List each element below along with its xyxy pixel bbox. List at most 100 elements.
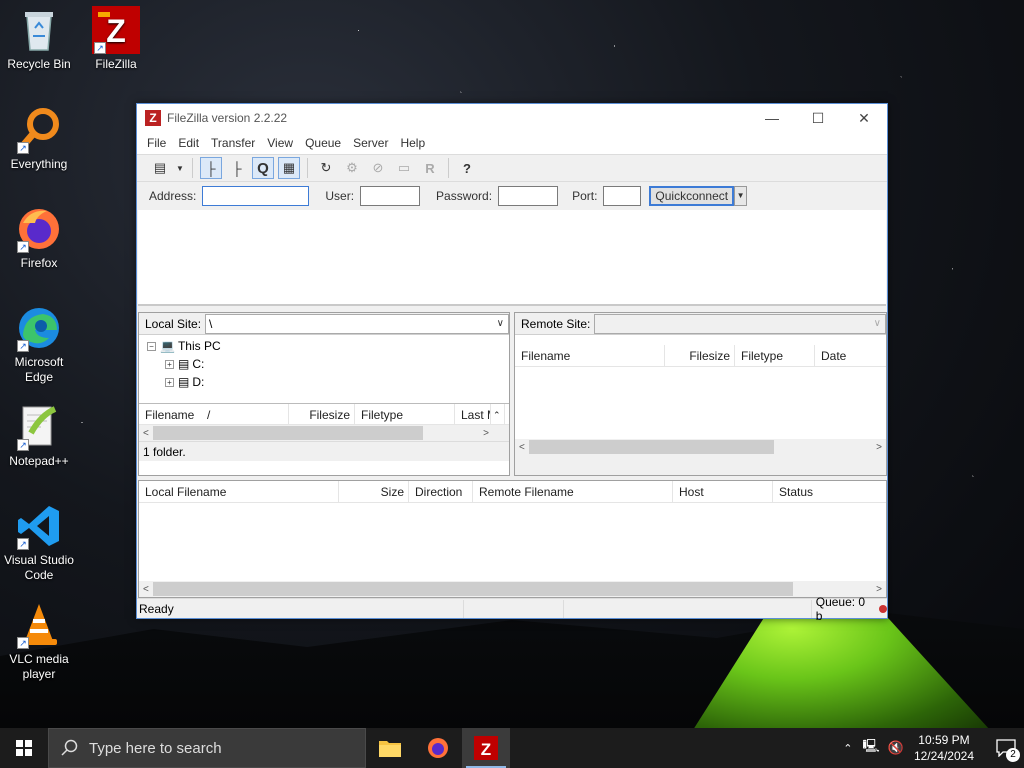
remote-file-list[interactable] [515,367,886,439]
scroll-left-icon[interactable]: < [139,428,153,439]
taskbar-search-box[interactable]: Type here to search [48,728,366,768]
desktop-icon-edge[interactable]: ↗ Microsoft Edge [1,304,77,385]
menu-help[interactable]: Help [394,136,431,150]
scrollbar-thumb[interactable] [152,582,793,596]
column-filename[interactable]: Filename [515,345,665,366]
address-field[interactable] [202,186,310,206]
chevron-up-icon[interactable]: ⌃ [837,742,858,755]
minimize-button[interactable]: — [749,104,795,132]
remote-path-combo[interactable]: ∨ [594,313,886,334]
column-last-modified[interactable]: Last M [455,404,491,424]
menu-transfer[interactable]: Transfer [205,136,261,150]
menu-file[interactable]: File [141,136,172,150]
scroll-left-icon[interactable]: < [515,442,529,453]
taskbar-filezilla[interactable]: Z [462,728,510,768]
volume-muted-icon[interactable]: 🔇 [884,740,908,756]
column-size[interactable]: Size [339,481,409,502]
scroll-right-icon[interactable]: > [463,428,509,439]
reconnect-icon[interactable]: R [419,157,441,179]
column-direction[interactable]: Direction [409,481,473,502]
desktop-icon-recycle-bin[interactable]: Recycle Bin [1,6,77,72]
site-manager-dropdown-icon[interactable]: ▼ [175,157,185,179]
scroll-right-icon[interactable]: > [872,584,886,595]
column-host[interactable]: Host [673,481,773,502]
title-bar[interactable]: Z FileZilla version 2.2.22 — ☐ ✕ [137,104,887,132]
filezilla-app-icon: Z [145,110,161,126]
site-manager-icon[interactable]: ▤ [149,157,171,179]
column-date[interactable]: Date [815,345,885,366]
tree-item-drive-c[interactable]: + ▤ C: [147,355,509,373]
collapse-icon[interactable]: − [147,341,156,351]
network-icon[interactable]: 🖳 [858,737,883,759]
scrollbar-thumb[interactable] [152,426,423,440]
desktop-icon-notepad-plus-plus[interactable]: ↗ Notepad++ [1,403,77,469]
menu-view[interactable]: View [261,136,299,150]
clock[interactable]: 10:59 PM 12/24/2024 [914,732,974,764]
notification-center-button[interactable]: 2 [988,728,1024,768]
desktop-icon-label: VLC media player [9,652,69,681]
queue-list[interactable] [139,503,886,581]
chevron-down-icon[interactable]: ∨ [497,315,504,333]
desktop-icon-firefox[interactable]: ↗ Firefox [1,205,77,271]
menu-server[interactable]: Server [347,136,394,150]
toggle-log-icon[interactable]: ▦ [278,157,300,179]
port-field[interactable] [603,186,642,206]
remote-horizontal-scrollbar[interactable]: < > [515,439,886,455]
search-placeholder: Type here to search [89,739,222,757]
column-filetype[interactable]: Filetype [735,345,815,366]
shortcut-arrow-icon: ↗ [17,439,29,451]
password-field[interactable] [498,186,559,206]
disconnect-icon[interactable]: ▭ [393,157,415,179]
column-filetype[interactable]: Filetype [355,404,455,424]
taskbar-file-explorer[interactable] [366,728,414,768]
toggle-local-tree-icon[interactable]: ├ [200,157,222,179]
quickconnect-dropdown-icon[interactable]: ▼ [734,186,748,206]
desktop-icon-everything[interactable]: ↗ Everything [1,106,77,172]
local-path-combo[interactable]: \ ∨ [205,313,509,334]
column-filename[interactable]: Filename [139,404,201,424]
desktop-icon-filezilla[interactable]: Z ↗ FileZilla [78,6,154,72]
scroll-left-icon[interactable]: < [139,584,153,595]
message-log[interactable] [138,210,886,306]
toggle-queue-icon[interactable]: Q [252,157,274,179]
quickconnect-button[interactable]: Quickconnect [649,186,735,206]
tree-item-this-pc[interactable]: − 💻 This PC [147,337,509,355]
queue-indicator-icon [879,604,887,613]
system-tray: ⌃ 🖳 🔇 10:59 PM 12/24/2024 2 [837,728,1024,768]
shortcut-arrow-icon: ↗ [94,42,106,54]
desktop-icon-label: FileZilla [95,57,137,71]
menu-queue[interactable]: Queue [299,136,347,150]
desktop-icon-vlc[interactable]: ↗ VLC media player [1,601,77,682]
column-filesize[interactable]: Filesize [289,404,355,424]
chevron-down-icon[interactable]: ∨ [874,315,881,333]
user-field[interactable] [360,186,421,206]
column-status[interactable]: Status [773,481,886,502]
queue-horizontal-scrollbar[interactable]: < > [139,581,886,597]
help-icon[interactable]: ? [456,157,478,179]
tree-item-drive-d[interactable]: + ▤ D: [147,373,509,391]
notepad-plus-plus-icon: ↗ [15,403,63,451]
menu-edit[interactable]: Edit [172,136,205,150]
column-filesize[interactable]: Filesize [665,345,735,366]
column-local-filename[interactable]: Local Filename [139,481,339,502]
process-queue-icon[interactable]: ⚙ [341,157,363,179]
menu-bar: File Edit Transfer View Queue Server Hel… [137,132,887,154]
desktop-icon-vscode[interactable]: ↗ Visual Studio Code [1,502,77,583]
cancel-operation-icon[interactable]: ⊘ [367,157,389,179]
scroll-right-icon[interactable]: > [872,442,886,453]
maximize-button[interactable]: ☐ [795,104,841,132]
local-horizontal-scrollbar[interactable]: < > [139,425,509,441]
expand-icon[interactable]: + [165,377,174,387]
local-status: 1 folder. [139,441,509,461]
password-label: Password: [436,189,493,203]
expand-icon[interactable]: + [165,359,174,369]
column-remote-filename[interactable]: Remote Filename [473,481,673,502]
close-button[interactable]: ✕ [841,104,887,132]
refresh-icon[interactable]: ↻ [315,157,337,179]
toggle-remote-tree-icon[interactable]: ├ [226,157,248,179]
start-button[interactable] [0,728,48,768]
taskbar-firefox[interactable] [414,728,462,768]
desktop-icon-label: Firefox [20,256,58,270]
scroll-up-icon[interactable]: ⌃ [491,404,505,424]
scrollbar-thumb[interactable] [528,440,774,454]
